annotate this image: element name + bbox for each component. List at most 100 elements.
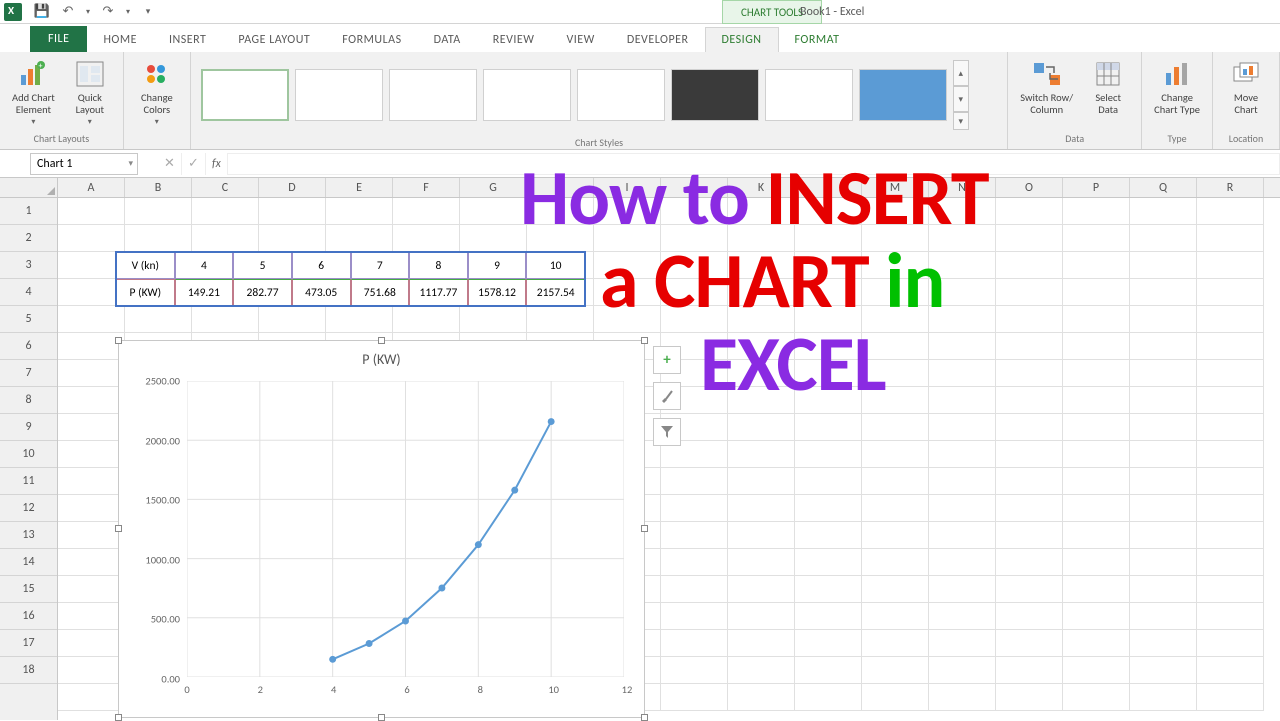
column-header[interactable]: R — [1197, 178, 1264, 197]
row-header[interactable]: 6 — [0, 333, 57, 360]
column-header[interactable]: Q — [1130, 178, 1197, 197]
ribbon-group-label: Location — [1221, 130, 1271, 147]
tab-data[interactable]: DATA — [418, 28, 477, 52]
select-data-button[interactable]: Select Data — [1083, 56, 1133, 118]
change-chart-type-button[interactable]: Change Chart Type — [1150, 56, 1204, 118]
ribbon-group-location: Move Chart Location — [1213, 52, 1280, 149]
gallery-expand[interactable]: ▾ — [953, 112, 969, 130]
svg-text:+: + — [39, 61, 43, 71]
move-chart-button[interactable]: Move Chart — [1221, 56, 1271, 118]
y-tick-label: 1500.00 — [145, 494, 180, 507]
chart-style-7[interactable] — [765, 69, 853, 121]
name-box[interactable]: Chart 1 ▾ — [30, 153, 138, 175]
quick-layout-button[interactable]: Quick Layout ▾ — [65, 56, 115, 129]
chart-style-6[interactable] — [671, 69, 759, 121]
column-header[interactable]: G — [460, 178, 527, 197]
row-header[interactable]: 18 — [0, 657, 57, 684]
enter-formula-button[interactable]: ✓ — [182, 153, 206, 175]
row-header[interactable]: 10 — [0, 441, 57, 468]
row-header[interactable]: 4 — [0, 279, 57, 306]
table-cell[interactable]: 6 — [292, 252, 351, 279]
tab-view[interactable]: VIEW — [550, 28, 610, 52]
gallery-scroll-up[interactable]: ▴ — [953, 60, 969, 86]
table-cell[interactable]: 7 — [351, 252, 410, 279]
chart-filter-button[interactable] — [653, 418, 681, 446]
switch-row-column-button[interactable]: Switch Row/ Column — [1016, 56, 1077, 118]
x-tick-label: 8 — [478, 683, 483, 696]
table-cell[interactable]: 1117.77 — [409, 279, 468, 306]
row-header[interactable]: 15 — [0, 576, 57, 603]
table-cell[interactable]: 751.68 — [351, 279, 410, 306]
tab-format[interactable]: FORMAT — [779, 28, 856, 52]
row-header[interactable]: 8 — [0, 387, 57, 414]
redo-dropdown[interactable]: ▾ — [122, 1, 134, 23]
table-cell[interactable]: 1578.12 — [468, 279, 527, 306]
table-header-p[interactable]: P (KW) — [116, 279, 175, 306]
row-header[interactable]: 16 — [0, 603, 57, 630]
plot-area[interactable] — [187, 381, 624, 677]
qat-customize[interactable]: ▾ — [136, 1, 160, 23]
column-header[interactable]: D — [259, 178, 326, 197]
table-cell[interactable]: 4 — [175, 252, 234, 279]
save-button[interactable]: 💾 — [30, 1, 54, 23]
row-header[interactable]: 5 — [0, 306, 57, 333]
column-header[interactable]: P — [1063, 178, 1130, 197]
column-header[interactable]: B — [125, 178, 192, 197]
tab-review[interactable]: REVIEW — [477, 28, 551, 52]
table-cell[interactable]: 282.77 — [233, 279, 292, 306]
resize-handle[interactable] — [378, 337, 385, 344]
row-header[interactable]: 11 — [0, 468, 57, 495]
resize-handle[interactable] — [115, 337, 122, 344]
chart-style-8[interactable] — [859, 69, 947, 121]
table-header-v[interactable]: V (kn) — [116, 252, 175, 279]
chart-style-2[interactable] — [295, 69, 383, 121]
add-chart-element-icon: + — [17, 58, 49, 90]
x-tick-label: 4 — [331, 683, 336, 696]
cancel-formula-button[interactable]: ✕ — [158, 153, 182, 175]
change-colors-button[interactable]: Change Colors ▾ — [132, 56, 182, 129]
fx-icon[interactable]: fx — [206, 157, 227, 171]
dropdown-caret-icon: ▾ — [88, 117, 92, 127]
table-cell[interactable]: 149.21 — [175, 279, 234, 306]
funnel-icon — [660, 425, 674, 439]
change-colors-icon — [141, 58, 173, 90]
table-cell[interactable]: 5 — [233, 252, 292, 279]
column-header[interactable]: A — [58, 178, 125, 197]
undo-dropdown[interactable]: ▾ — [82, 1, 94, 23]
resize-handle[interactable] — [641, 525, 648, 532]
row-header[interactable]: 14 — [0, 549, 57, 576]
row-header[interactable]: 12 — [0, 495, 57, 522]
redo-button[interactable]: ↷ — [96, 1, 120, 23]
column-header[interactable]: O — [996, 178, 1063, 197]
column-header[interactable]: F — [393, 178, 460, 197]
tab-design[interactable]: DESIGN — [705, 27, 779, 52]
resize-handle[interactable] — [115, 525, 122, 532]
tab-developer[interactable]: DEVELOPER — [611, 28, 705, 52]
ribbon-group-colors: Change Colors ▾ — [124, 52, 191, 149]
undo-button[interactable]: ↶ — [56, 1, 80, 23]
chart-style-5[interactable] — [577, 69, 665, 121]
row-header[interactable]: 7 — [0, 360, 57, 387]
table-cell[interactable]: 473.05 — [292, 279, 351, 306]
chart-style-4[interactable] — [483, 69, 571, 121]
tab-home[interactable]: HOME — [87, 28, 153, 52]
row-header[interactable]: 9 — [0, 414, 57, 441]
tab-file[interactable]: FILE — [30, 26, 87, 52]
tab-formulas[interactable]: FORMULAS — [326, 28, 417, 52]
table-cell[interactable]: 9 — [468, 252, 527, 279]
select-all-corner[interactable] — [0, 178, 58, 197]
add-chart-element-button[interactable]: + Add Chart Element ▾ — [8, 56, 59, 129]
row-header[interactable]: 13 — [0, 522, 57, 549]
gallery-scroll-down[interactable]: ▾ — [953, 86, 969, 112]
chart-style-1[interactable] — [201, 69, 289, 121]
row-header[interactable]: 2 — [0, 225, 57, 252]
table-cell[interactable]: 8 — [409, 252, 468, 279]
row-header[interactable]: 1 — [0, 198, 57, 225]
tab-page-layout[interactable]: PAGE LAYOUT — [222, 28, 326, 52]
chart-style-3[interactable] — [389, 69, 477, 121]
tab-insert[interactable]: INSERT — [153, 28, 222, 52]
column-header[interactable]: C — [192, 178, 259, 197]
row-header[interactable]: 17 — [0, 630, 57, 657]
row-header[interactable]: 3 — [0, 252, 57, 279]
column-header[interactable]: E — [326, 178, 393, 197]
